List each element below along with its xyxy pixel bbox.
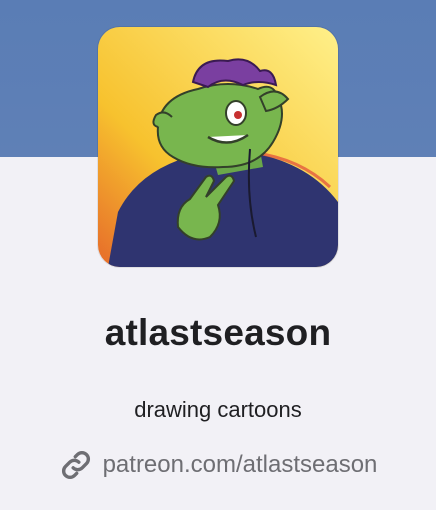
link-icon	[59, 448, 93, 482]
profile-username: atlastseason	[104, 312, 332, 353]
cartoon-dinosaur-avatar	[98, 27, 338, 267]
profile-avatar[interactable]	[98, 27, 338, 267]
profile-link[interactable]: patreon.com/atlastseason	[0, 448, 436, 482]
profile-bio: drawing cartoons	[134, 397, 302, 422]
profile-link-text: patreon.com/atlastseason	[102, 451, 378, 478]
